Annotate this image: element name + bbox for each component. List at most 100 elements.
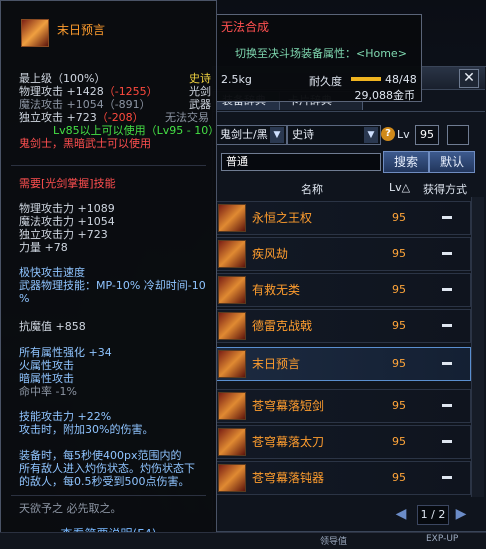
lightsaber-icon <box>21 19 49 47</box>
weapon-icon <box>218 392 246 420</box>
minus-icon <box>442 216 452 219</box>
list-item[interactable]: 有救无类 95 <box>215 273 471 307</box>
list-item-selected[interactable]: 末日预言 95 <box>215 347 471 381</box>
rarity-select[interactable]: 史诗 ▼ <box>287 125 381 145</box>
divider <box>11 495 206 496</box>
level-label: Lv <box>397 128 410 141</box>
fire-attack: 火属性攻击 <box>19 359 74 372</box>
minus-icon <box>442 404 452 407</box>
help-icon[interactable]: ? <box>381 127 395 141</box>
minus-icon <box>442 288 452 291</box>
list-scrollbar[interactable] <box>471 197 484 497</box>
item-weight: 2.5kg <box>221 73 252 86</box>
usable-classes: 鬼剑士，黑暗武士可以使用 <box>19 137 151 150</box>
minus-icon <box>442 362 452 365</box>
stat-indep: 独立攻击力 +723 <box>19 228 108 241</box>
level-input[interactable]: 95 <box>415 125 439 145</box>
stat-phys: 物理攻击力 +1089 <box>19 202 115 215</box>
item-name: 苍穹幕落太刀 <box>252 435 325 449</box>
mag-attack: 魔法攻击 +1054（-891） <box>19 98 151 111</box>
list-item[interactable]: 疾风劫 95 <box>215 237 471 271</box>
minus-icon <box>442 324 452 327</box>
trade-status: 无法交易 <box>165 111 209 124</box>
column-name[interactable]: 名称 <box>301 181 323 197</box>
flavor-text: 天欲予之 必先取之。 <box>19 502 122 515</box>
divider <box>11 165 206 166</box>
exp-up-label: EXP-UP <box>426 534 459 544</box>
filter-row: 鬼剑士/黑 ▼ 史诗 ▼ ? Lv 95 <box>213 125 485 147</box>
item-level: 95 <box>392 471 406 484</box>
equip-effect-line1: 装备时，每5秒使400px范围内的 <box>19 449 182 462</box>
item-name: 永恒之王权 <box>252 211 313 225</box>
item-name: 苍穹幕落钝器 <box>252 471 325 485</box>
dark-attack: 暗属性攻击 <box>19 372 74 385</box>
weapon-icon <box>218 312 246 340</box>
durability-label: 耐久度 <box>309 75 342 88</box>
chevron-down-icon: ▼ <box>364 127 378 143</box>
item-price: 29,088金币 <box>354 89 416 102</box>
weapon-icon <box>218 464 246 492</box>
search-input[interactable]: 普通 <box>221 153 381 171</box>
item-title: 末日预言 <box>57 23 106 37</box>
item-name: 疾风劫 <box>252 247 289 261</box>
item-level: 95 <box>392 399 406 412</box>
close-button[interactable]: ✕ <box>459 69 479 88</box>
item-name: 苍穹幕落短剑 <box>252 399 325 413</box>
skill-attack: 技能攻击力 +22% <box>19 410 112 423</box>
required-skill: 需要[光剑掌握]技能 <box>19 177 116 190</box>
level-range: Lv85以上可以使用（Lv95 - 10） <box>53 124 220 137</box>
class-select[interactable]: 鬼剑士/黑 ▼ <box>215 125 287 145</box>
leadership-label: 领导值 <box>320 537 348 547</box>
item-category: 武器 <box>189 98 211 111</box>
phys-attack-diff: （-1255） <box>103 85 158 98</box>
list-header: 名称 Lv△ 获得方式 <box>213 177 485 197</box>
page-indicator: 1 / 2 <box>417 505 449 525</box>
equip-effect-line3: 的敌人，每0.5秒受到500点伤害。 <box>19 475 190 488</box>
rarity-select-value: 史诗 <box>292 128 314 141</box>
switch-hint: 切换至决斗场装备属性：<Home> <box>235 47 407 60</box>
item-name: 德雷克战戟 <box>252 319 313 333</box>
compare-tooltip: 无法合成 切换至决斗场装备属性：<Home> 2.5kg 耐久度 48/48 2… <box>216 14 422 102</box>
item-tooltip: 末日预言 最上级（100%） 史诗 物理攻击 +1428（-1255） 光剑 魔… <box>0 0 220 548</box>
list-item[interactable]: 苍穹幕落短剑 95 <box>215 389 471 423</box>
item-level: 95 <box>392 247 406 260</box>
stat-mag: 魔法攻击力 +1054 <box>19 215 115 228</box>
stat-str: 力量 +78 <box>19 241 68 254</box>
durability-bar <box>351 77 381 81</box>
attack-speed: 极快攻击速度 <box>19 266 85 279</box>
list-item[interactable]: 永恒之王权 95 <box>215 201 471 235</box>
magic-resist: 抗魔值 +858 <box>19 320 86 333</box>
list-item[interactable]: 苍穹幕落太刀 95 <box>215 425 471 459</box>
level-max-input[interactable] <box>447 125 469 145</box>
column-source: 获得方式 <box>423 183 467 196</box>
next-page-icon[interactable]: ▶ <box>453 505 469 523</box>
weapon-icon <box>218 204 246 232</box>
search-row: 普通 搜索 默认 <box>213 151 485 173</box>
durability-bar-fill <box>351 77 381 81</box>
equip-effect-line2: 所有敌人进入灼伤状态。灼伤状态下 <box>19 462 195 475</box>
item-level: 95 <box>392 319 406 332</box>
req-level: 最上级（100%） <box>19 72 106 85</box>
reset-button[interactable]: 默认 <box>429 151 475 173</box>
column-level[interactable]: Lv△ <box>389 181 410 194</box>
search-button[interactable]: 搜索 <box>383 151 429 173</box>
item-level: 95 <box>392 283 406 296</box>
weapon-skill-line1: 武器物理技能：MP-10% 冷却时间-10 <box>19 279 206 292</box>
all-element: 所有属性强化 +34 <box>19 346 112 359</box>
weapon-icon <box>218 240 246 268</box>
indep-attack: 独立攻击 +723 <box>19 111 97 124</box>
list-item[interactable]: 德雷克战戟 95 <box>215 309 471 343</box>
weapon-type: 光剑 <box>189 85 211 98</box>
phys-attack-row: 物理攻击 +1428（-1255） <box>19 86 158 98</box>
item-level: 95 <box>392 357 406 370</box>
prev-page-icon[interactable]: ◀ <box>393 505 409 523</box>
indep-attack-row: 独立攻击 +723（-208） <box>19 112 144 124</box>
phys-attack: 物理攻击 +1428 <box>19 85 104 98</box>
item-name: 末日预言 <box>252 357 301 371</box>
item-name: 有救无类 <box>252 283 301 297</box>
hit-rate: 命中率 -1% <box>19 385 77 398</box>
chevron-down-icon: ▼ <box>270 127 284 143</box>
weapon-icon <box>218 350 246 378</box>
list-item[interactable]: 苍穹幕落钝器 95 <box>215 461 471 495</box>
durability-value: 48/48 <box>385 73 417 86</box>
